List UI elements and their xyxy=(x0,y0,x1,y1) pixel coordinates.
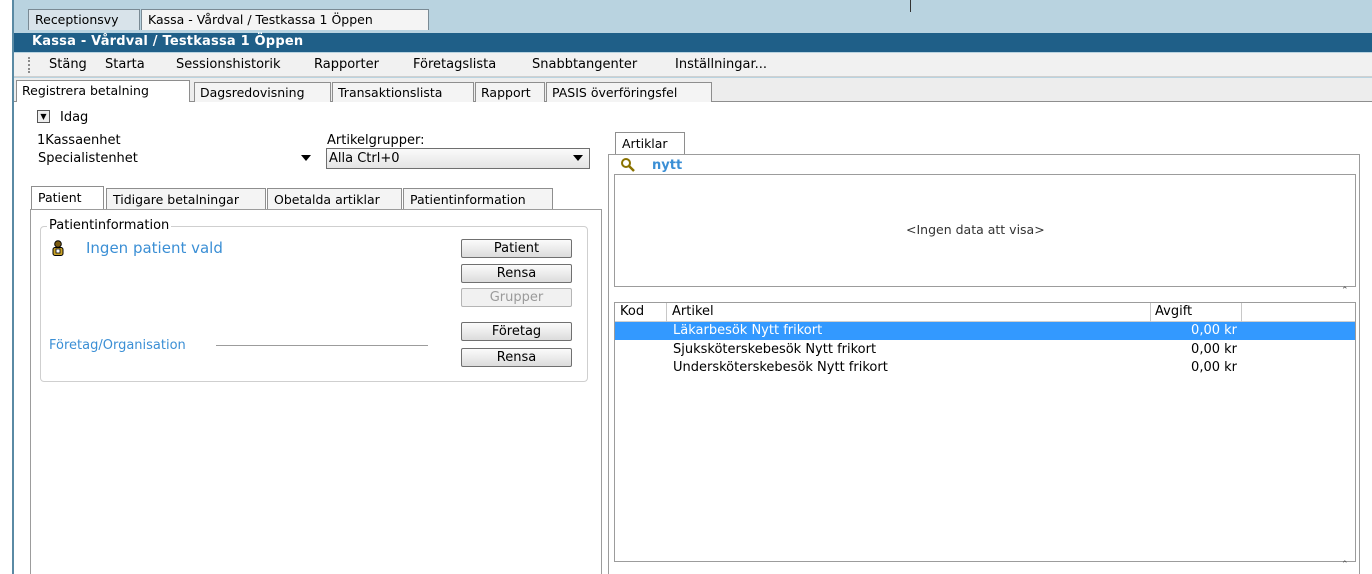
artikelgrupper-select[interactable]: Alla Ctrl+0 xyxy=(326,148,590,169)
menu-sessionshistorik[interactable]: Sessionshistorik xyxy=(176,57,281,72)
patient-person-icon xyxy=(51,240,65,256)
collapse-toggle-icon[interactable]: ▼ xyxy=(37,110,50,123)
tab-kassa[interactable]: Kassa - Vårdval / Testkassa 1 Öppen xyxy=(141,9,429,30)
tab-dagsredovisning[interactable]: Dagsredovisning xyxy=(194,82,331,102)
cell-avgift: 0,00 kr xyxy=(1191,360,1237,375)
window-title: Kassa - Vårdval / Testkassa 1 Öppen xyxy=(14,33,1372,52)
grupper-button[interactable]: Grupper xyxy=(461,288,572,307)
collapse-chevron-icon[interactable]: ⌃ xyxy=(1341,286,1349,296)
toolbar-grip-icon xyxy=(28,57,32,73)
table-row[interactable]: Sjuksköterskebesök Nytt frikort 0,00 kr xyxy=(615,341,1355,359)
column-header-kod[interactable]: Kod xyxy=(620,304,644,319)
foretag-organisation-label: Företag/Organisation xyxy=(49,338,186,353)
cell-avgift: 0,00 kr xyxy=(1191,342,1237,357)
tab-obetalda-artiklar[interactable]: Obetalda artiklar xyxy=(267,188,402,210)
foretag-button[interactable]: Företag xyxy=(461,322,572,341)
column-header-artikel[interactable]: Artikel xyxy=(672,304,714,319)
column-divider xyxy=(1241,303,1242,322)
table-row[interactable]: Undersköterskebesök Nytt frikort 0,00 kr xyxy=(615,359,1355,377)
kassaenhet-select[interactable]: Specialistenhet xyxy=(35,148,320,169)
cell-artikel: Sjuksköterskebesök Nytt frikort xyxy=(673,342,877,357)
cell-artikel: Undersköterskebesök Nytt frikort xyxy=(673,360,888,375)
menu-starta[interactable]: Starta xyxy=(105,57,145,72)
menu-rapporter[interactable]: Rapporter xyxy=(314,57,379,72)
empty-message: <Ingen data att visa> xyxy=(906,222,1045,237)
main-tab-strip: Registrera betalning Dagsredovisning Tra… xyxy=(14,78,1372,103)
menu-bar: Stäng Starta Sessionshistorik Rapporter … xyxy=(14,53,1372,77)
patientinformation-legend: Patientinformation xyxy=(47,218,172,233)
menu-snabbtangenter[interactable]: Snabbtangenter xyxy=(532,57,637,72)
kassaenhet-label: 1Kassaenhet xyxy=(37,133,121,148)
no-patient-label: Ingen patient vald xyxy=(86,239,223,257)
search-input[interactable]: nytt xyxy=(652,158,682,173)
tab-tidigare-betalningar[interactable]: Tidigare betalningar xyxy=(106,188,266,210)
patient-button[interactable]: Patient xyxy=(461,239,572,258)
grid-header xyxy=(615,303,1355,322)
cell-avgift: 0,00 kr xyxy=(1191,323,1237,338)
artikelgrupper-value: Alla Ctrl+0 xyxy=(329,151,400,166)
idag-label: Idag xyxy=(60,110,89,125)
desktop-edge xyxy=(0,0,12,574)
menu-installningar[interactable]: Inställningar... xyxy=(675,57,767,72)
divider xyxy=(910,0,911,12)
column-divider xyxy=(666,303,667,322)
column-divider xyxy=(1150,303,1151,322)
rensa-foretag-button[interactable]: Rensa xyxy=(461,348,572,367)
table-row[interactable]: Läkarbesök Nytt frikort 0,00 kr xyxy=(615,322,1355,340)
dropdown-arrow-icon xyxy=(573,155,583,161)
collapse-chevron-icon[interactable]: ⌃ xyxy=(1341,560,1349,570)
tab-rapport[interactable]: Rapport xyxy=(475,82,545,102)
separator-line xyxy=(216,345,428,346)
dropdown-arrow-icon xyxy=(301,155,311,161)
tab-transaktionslista[interactable]: Transaktionslista xyxy=(332,82,474,102)
menu-stang[interactable]: Stäng xyxy=(49,57,87,72)
artikelgrupper-label: Artikelgrupper: xyxy=(327,133,425,148)
tab-pasis-overforingsfel[interactable]: PASIS överföringsfel xyxy=(546,82,712,102)
tab-registrera-betalning[interactable]: Registrera betalning xyxy=(16,80,190,103)
tab-patientinformation[interactable]: Patientinformation xyxy=(403,188,553,210)
menu-foretagslista[interactable]: Företagslista xyxy=(413,57,496,72)
tab-artiklar[interactable]: Artiklar xyxy=(615,132,685,155)
kassaenhet-value: Specialistenhet xyxy=(38,151,138,166)
rensa-patient-button[interactable]: Rensa xyxy=(461,264,572,283)
tab-receptionsvy[interactable]: Receptionsvy xyxy=(28,9,140,30)
column-header-avgift[interactable]: Avgift xyxy=(1155,304,1192,319)
search-icon[interactable] xyxy=(620,157,636,173)
tab-patient[interactable]: Patient xyxy=(31,186,104,210)
cell-artikel: Läkarbesök Nytt frikort xyxy=(673,323,823,338)
